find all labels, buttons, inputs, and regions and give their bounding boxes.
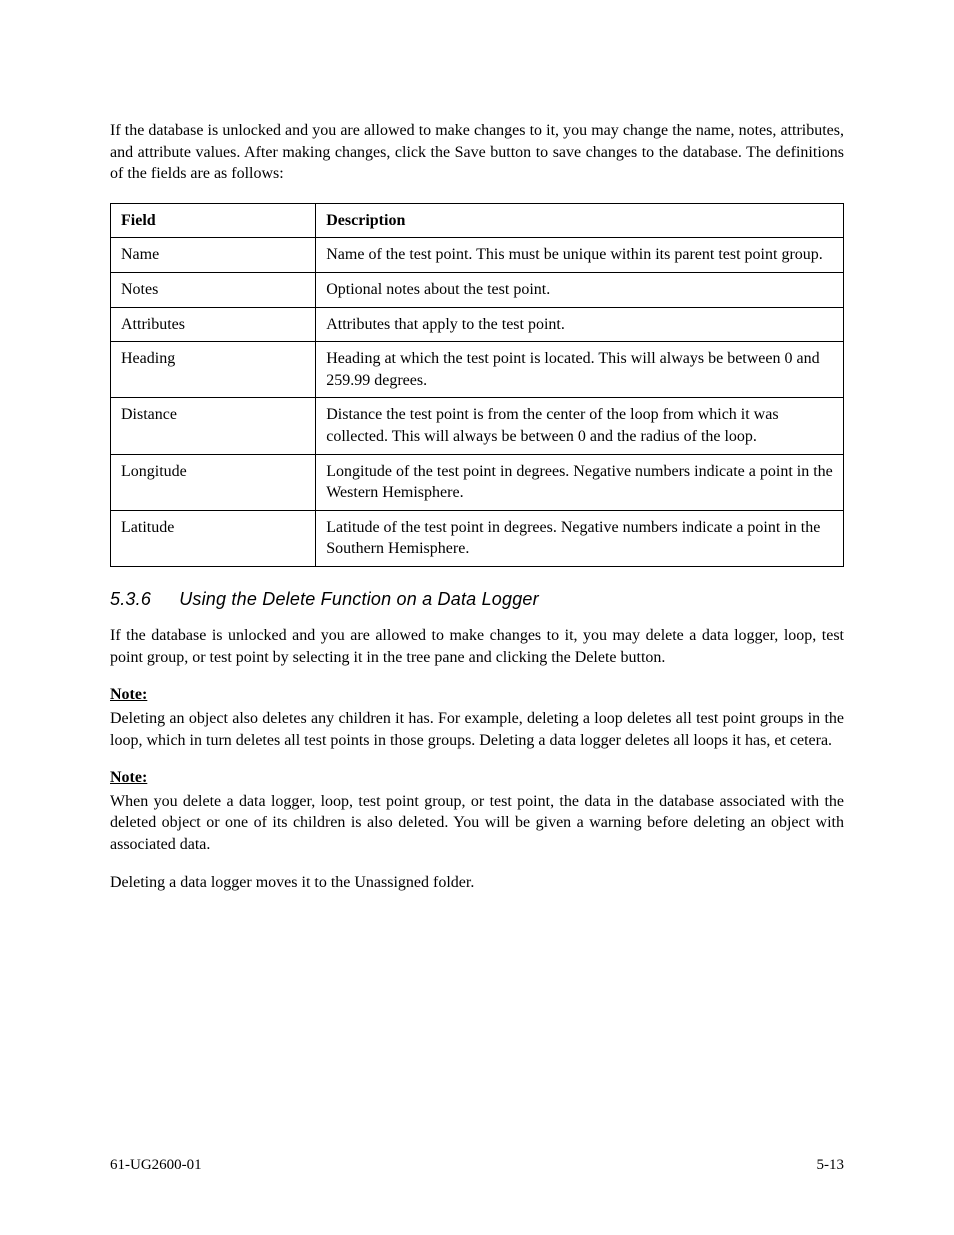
table-cell-field: Latitude [111, 510, 316, 566]
table-cell-field: Longitude [111, 454, 316, 510]
table-cell-desc: Attributes that apply to the test point. [316, 307, 844, 342]
table-cell-desc: Distance the test point is from the cent… [316, 398, 844, 454]
table-cell-desc: Heading at which the test point is locat… [316, 342, 844, 398]
note-label: Note: [110, 767, 844, 789]
table-cell-field: Attributes [111, 307, 316, 342]
table-row: Name Name of the test point. This must b… [111, 238, 844, 273]
note-text: When you delete a data logger, loop, tes… [110, 791, 844, 856]
table-header-row: Field Description [111, 203, 844, 238]
body-paragraph: If the database is unlocked and you are … [110, 625, 844, 668]
table-cell-desc: Optional notes about the test point. [316, 272, 844, 307]
page-footer: 61-UG2600-01 5-13 [110, 1155, 844, 1175]
section-heading: 5.3.6 Using the Delete Function on a Dat… [110, 587, 844, 611]
table-cell-desc: Latitude of the test point in degrees. N… [316, 510, 844, 566]
footer-doc-id: 61-UG2600-01 [110, 1155, 202, 1175]
table-row: Notes Optional notes about the test poin… [111, 272, 844, 307]
note-text: Deleting an object also deletes any chil… [110, 708, 844, 751]
table-cell-field: Distance [111, 398, 316, 454]
table-cell-desc: Longitude of the test point in degrees. … [316, 454, 844, 510]
note-label: Note: [110, 684, 844, 706]
table-header-field: Field [111, 203, 316, 238]
section-body: If the database is unlocked and you are … [110, 625, 844, 893]
document-page: If the database is unlocked and you are … [0, 0, 954, 1235]
section-title: Using the Delete Function on a Data Logg… [179, 589, 539, 609]
field-definition-table: Field Description Name Name of the test … [110, 203, 844, 567]
table-cell-field: Name [111, 238, 316, 273]
footer-page-number: 5-13 [817, 1155, 845, 1175]
table-row: Distance Distance the test point is from… [111, 398, 844, 454]
note-block: Note: Deleting an object also deletes an… [110, 684, 844, 751]
table-row: Latitude Latitude of the test point in d… [111, 510, 844, 566]
intro-paragraph: If the database is unlocked and you are … [110, 120, 844, 185]
table-header-description: Description [316, 203, 844, 238]
table-row: Longitude Longitude of the test point in… [111, 454, 844, 510]
table-cell-desc: Name of the test point. This must be uni… [316, 238, 844, 273]
intro-block: If the database is unlocked and you are … [110, 120, 844, 185]
section-number: 5.3.6 [110, 587, 174, 611]
body-paragraph: Deleting a data logger moves it to the U… [110, 872, 844, 894]
table-cell-field: Notes [111, 272, 316, 307]
table-cell-field: Heading [111, 342, 316, 398]
table-row: Attributes Attributes that apply to the … [111, 307, 844, 342]
note-block: Note: When you delete a data logger, loo… [110, 767, 844, 855]
table-row: Heading Heading at which the test point … [111, 342, 844, 398]
